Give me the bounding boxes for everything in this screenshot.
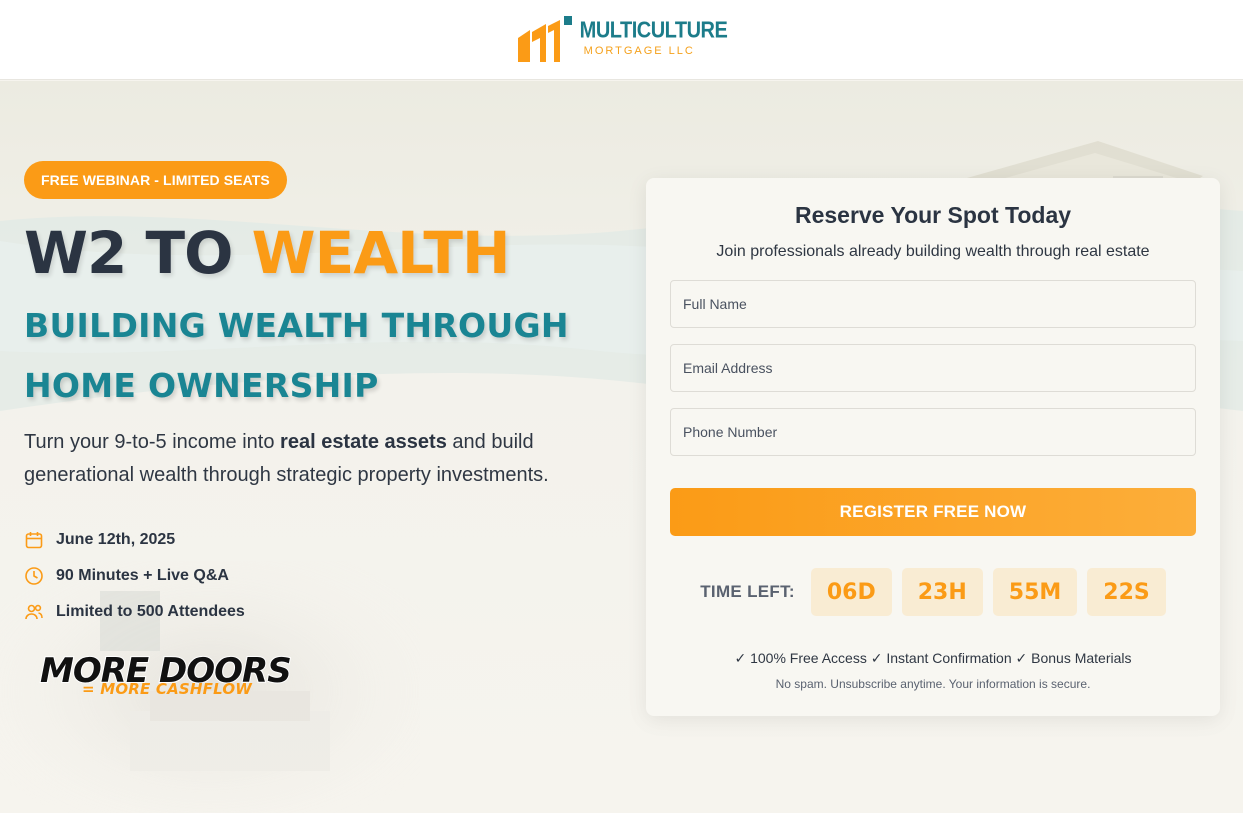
timer-seconds: 22S	[1087, 568, 1166, 616]
detail-date: June 12th, 2025	[24, 522, 245, 558]
hero-subtitle-line2: HOME OWNERSHIP	[24, 366, 379, 405]
promo-graphic: MORE DOORS = MORE CASHFLOW	[39, 653, 293, 697]
email-input[interactable]	[670, 344, 1196, 392]
hero-description-emphasis: real estate assets	[280, 431, 447, 453]
logo-buildings-icon	[517, 15, 572, 62]
brand-logo[interactable]: MULTICULTURE MORTGAGE LLC	[516, 15, 728, 64]
detail-duration: 90 Minutes + Live Q&A	[24, 558, 245, 594]
webinar-badge: FREE WEBINAR - LIMITED SEATS	[24, 161, 287, 199]
timer-label: TIME LEFT:	[700, 582, 795, 601]
timer-hours: 23H	[901, 568, 983, 616]
countdown-timer: TIME LEFT: 06D 23H 55M 22S	[646, 568, 1220, 616]
hero-subtitle-line1: BUILDING WEALTH THROUGH	[24, 306, 569, 345]
hero-title: W2 TO WEALTH	[24, 219, 511, 287]
form-subtitle: Join professionals already building weal…	[716, 243, 1150, 260]
timer-days: 06D	[810, 568, 892, 616]
users-icon	[24, 602, 44, 622]
hero-title-part2: WEALTH	[251, 219, 511, 287]
hero-description-start: Turn your 9-to-5 income into	[24, 431, 281, 453]
timer-minutes: 55M	[992, 568, 1078, 616]
calendar-icon	[24, 530, 44, 550]
form-perks: ✓ 100% Free Access ✓ Instant Confirmatio…	[734, 650, 1132, 666]
hero-subtitle: BUILDING WEALTH THROUGH HOME OWNERSHIP	[24, 296, 624, 416]
register-button[interactable]: REGISTER FREE NOW	[670, 488, 1196, 536]
site-header: MULTICULTURE MORTGAGE LLC	[0, 0, 1243, 80]
hero-title-part1: W2 TO	[24, 219, 252, 287]
hero-description: Turn your 9-to-5 income into real estate…	[24, 426, 624, 492]
clock-icon	[24, 566, 44, 586]
brand-tagline: MORTGAGE LLC	[583, 45, 695, 57]
phone-input[interactable]	[670, 408, 1196, 456]
detail-capacity-text: Limited to 500 Attendees	[56, 603, 245, 620]
detail-date-text: June 12th, 2025	[56, 531, 176, 548]
privacy-note: No spam. Unsubscribe anytime. Your infor…	[775, 677, 1091, 691]
form-title: Reserve Your Spot Today	[794, 202, 1072, 228]
registration-card: Reserve Your Spot Today Join professiona…	[646, 178, 1220, 716]
webinar-details: June 12th, 2025 90 Minutes + Live Q&A Li…	[24, 522, 245, 630]
detail-duration-text: 90 Minutes + Live Q&A	[56, 567, 229, 584]
brand-name: MULTICULTURE	[579, 17, 728, 44]
detail-capacity: Limited to 500 Attendees	[24, 594, 245, 630]
full-name-input[interactable]	[670, 280, 1196, 328]
